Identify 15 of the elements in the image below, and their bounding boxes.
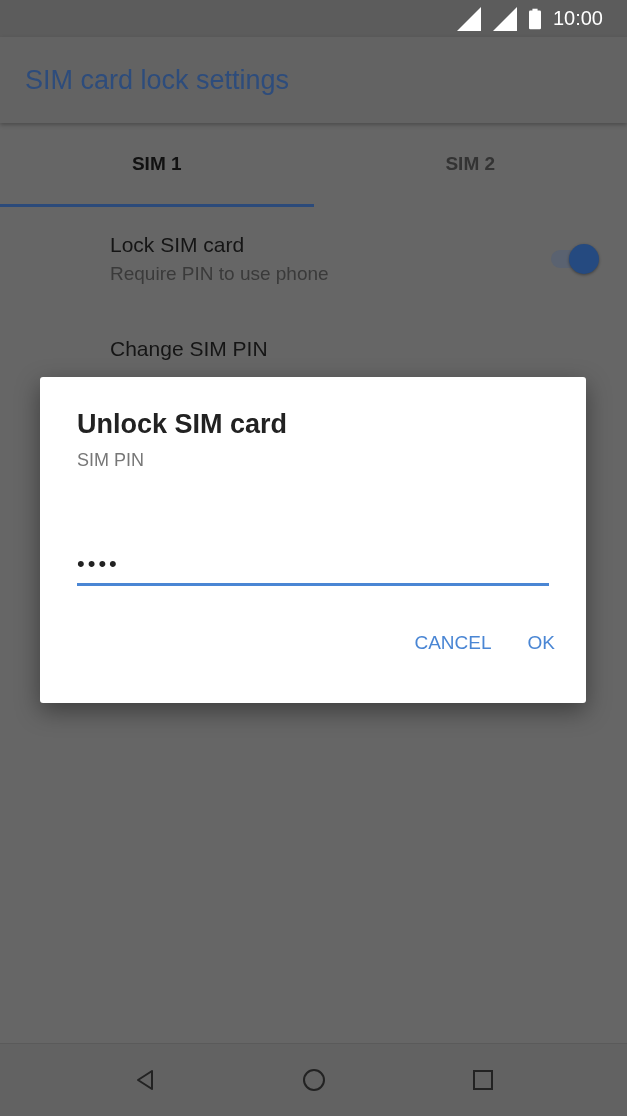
dialog-title: Unlock SIM card bbox=[77, 409, 288, 440]
signal-icon bbox=[456, 6, 481, 31]
toggle-switch[interactable] bbox=[549, 244, 599, 274]
dialog-button[interactable]: OK bbox=[511, 622, 571, 664]
setting-title: Lock SIM card bbox=[110, 233, 246, 257]
sim-tab[interactable]: SIM 1 bbox=[0, 123, 314, 207]
home-icon[interactable] bbox=[301, 1068, 326, 1092]
battery-icon bbox=[528, 7, 541, 30]
signal-icon bbox=[492, 6, 517, 31]
dialog-button[interactable]: CANCEL bbox=[398, 622, 508, 664]
pin-field[interactable]: •••• bbox=[77, 551, 549, 586]
recents-icon[interactable] bbox=[470, 1068, 495, 1092]
dialog-message: SIM PIN bbox=[77, 450, 144, 471]
setting-title: Change SIM PIN bbox=[110, 337, 269, 361]
clock-time: 10:00 bbox=[552, 7, 603, 30]
